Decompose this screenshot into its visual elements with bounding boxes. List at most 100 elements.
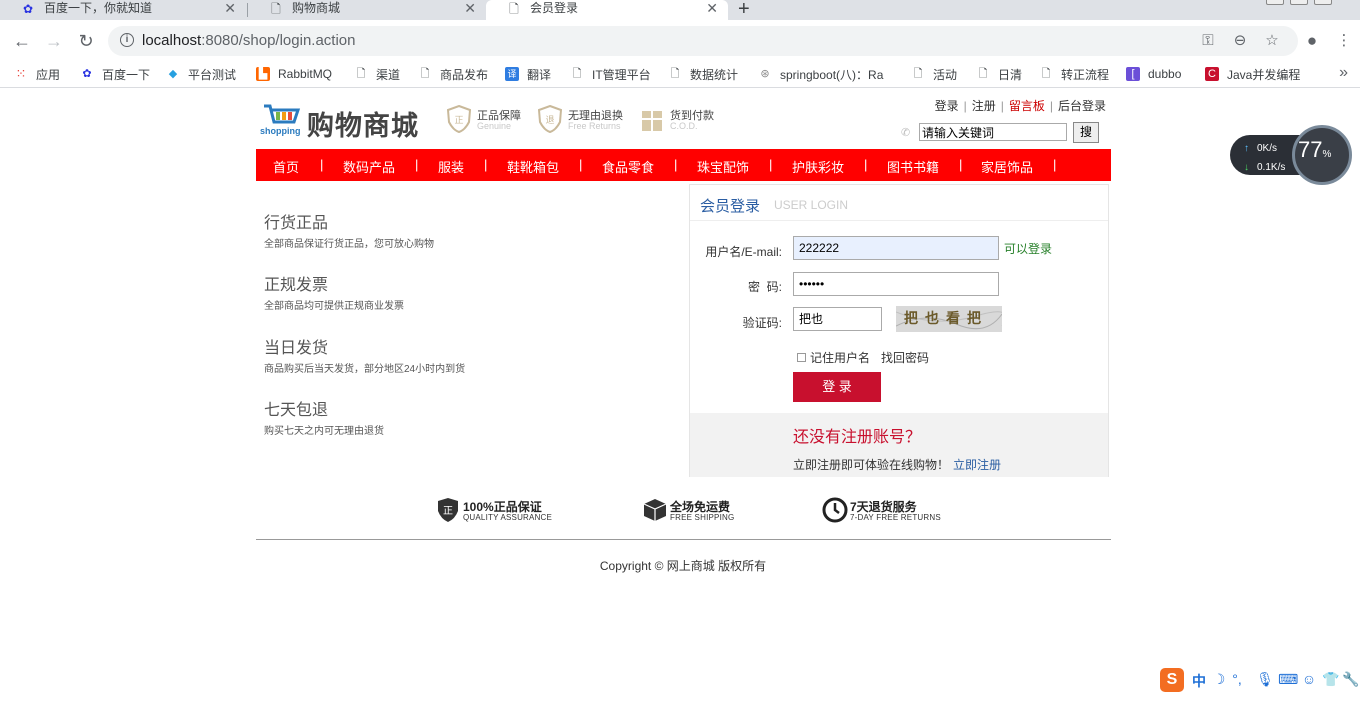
menu-shoes-bags[interactable]: 鞋靴箱包 (507, 157, 559, 176)
tab-shop[interactable]: 🗋 购物商城 ✕ (248, 0, 486, 20)
admin-login-link[interactable]: 后台登录 (1058, 99, 1106, 113)
wrench-icon[interactable]: 🔧 (1342, 671, 1360, 688)
username-input[interactable] (793, 236, 999, 260)
bookmark-stats[interactable]: 🗋 数据统计 (668, 66, 738, 82)
login-submit-button[interactable]: 登 录 (793, 372, 881, 402)
bookmark-apps[interactable]: ⁙ 应用 (14, 66, 60, 82)
network-speed-widget[interactable]: ↑ 0K/s ↓ 0.1K/s 77% (1230, 125, 1352, 187)
bookmark-platform-test[interactable]: ◆ 平台测试 (166, 66, 236, 82)
user-icon[interactable]: ☺ (1300, 671, 1318, 687)
category-menu: 首页 | 数码产品 | 服装 | 鞋靴箱包 | 食品零食 | 珠宝配饰 | 护肤… (256, 149, 1111, 181)
url-text[interactable]: localhost:8080/shop/login.action (142, 32, 356, 49)
profile-icon[interactable]: ● (1303, 32, 1321, 50)
menu-home[interactable]: 首页 (273, 157, 299, 176)
info-icon[interactable]: i (120, 33, 134, 47)
remember-username[interactable]: 记住用户名 (797, 349, 870, 366)
feature-title: 行货正品 (264, 215, 329, 232)
register-now-link[interactable]: 立即注册 (953, 458, 1001, 472)
login-link[interactable]: 登录 (935, 99, 959, 113)
menu-dots-icon[interactable]: ⋮ (1335, 32, 1353, 50)
menu-food[interactable]: 食品零食 (602, 157, 654, 176)
search-input[interactable] (919, 123, 1067, 141)
keyboard-icon[interactable]: ⌨ (1278, 671, 1298, 688)
captcha-label: 验证码: (742, 316, 782, 330)
username-label: 用户名/E-mail: (705, 245, 782, 259)
bookmark-probation[interactable]: 🗋 转正流程 (1039, 66, 1109, 82)
close-icon[interactable]: ✕ (464, 1, 476, 15)
translate-icon: 译 (505, 67, 519, 81)
bookmark-it-platform[interactable]: 🗋 IT管理平台 (570, 66, 651, 82)
bookmark-activity[interactable]: 🗋 活动 (911, 66, 957, 82)
menu-home-decor[interactable]: 家居饰品 (981, 157, 1033, 176)
apps-grid-icon: ⁙ (15, 66, 27, 81)
page: shopping 购物商城 正 正品保障 Genuine 退 无理由退换 Fre… (0, 89, 1360, 720)
blog-icon: ⊛ (760, 68, 770, 80)
forward-arrow-icon[interactable]: → (44, 31, 64, 51)
menu-digital[interactable]: 数码产品 (343, 157, 395, 176)
reload-icon[interactable]: ↻ (76, 31, 96, 51)
close-icon[interactable]: ✕ (706, 1, 718, 15)
register-question: 还没有注册账号？ (793, 429, 922, 446)
key-icon[interactable]: ⚿ (1199, 32, 1217, 50)
baidu-paw-icon: ✿ (82, 68, 92, 80)
captcha-image[interactable]: 把也看把 (895, 306, 1007, 332)
bookmark-product-publish[interactable]: 🗋 商品发布 (418, 66, 488, 82)
svg-text:正: 正 (454, 116, 463, 126)
page-icon: 🗋 (913, 68, 923, 80)
sogou-logo-icon: S (1160, 668, 1184, 692)
service-quality: 正 100%正品保证 QUALITY ASSURANCE (435, 497, 575, 527)
menu-books[interactable]: 图书书籍 (887, 157, 939, 176)
zoom-icon[interactable]: ⊖ (1231, 32, 1249, 50)
menu-clothing[interactable]: 服装 (438, 157, 464, 176)
guarantee-returns: 退 无理由退换 Free Returns (538, 105, 638, 135)
ime-language[interactable]: 中 (1190, 671, 1208, 691)
remember-checkbox[interactable] (797, 353, 806, 362)
site-logo[interactable]: shopping 购物商城 (260, 100, 425, 142)
feature-item: 当日发货 商品购买后当天发货，部分地区24小时内到货 (264, 334, 465, 375)
star-icon[interactable]: ☆ (1263, 32, 1281, 50)
search-button[interactable]: 搜 (1073, 122, 1099, 143)
upload-speed: ↑ 0K/s (1244, 143, 1278, 154)
page-icon: 🗋 (572, 68, 582, 80)
password-label: 密 码: (747, 280, 782, 294)
phone-icon: ✆ (901, 127, 911, 139)
window-controls[interactable] (1260, 0, 1350, 6)
menu-jewelry[interactable]: 珠宝配饰 (697, 157, 749, 176)
bookmark-translate[interactable]: 译翻译 (505, 66, 551, 82)
logo-text: 购物商城 (307, 111, 419, 142)
bookmark-daily[interactable]: 🗋 日清 (976, 66, 1022, 82)
bookmark-rabbitmq[interactable]: ▙ RabbitMQ (256, 66, 332, 82)
password-input[interactable]: •••••• (793, 272, 999, 296)
microphone-icon[interactable]: 🎙 (1256, 671, 1274, 688)
captcha-input[interactable]: 把也 (793, 307, 882, 331)
bookmark-channel[interactable]: 🗋 渠道 (354, 66, 400, 82)
bookmark-dubbo[interactable]: [dubbo (1126, 66, 1181, 82)
close-icon[interactable]: ✕ (224, 1, 236, 15)
message-board-link[interactable]: 留言板 (1009, 99, 1045, 113)
menu-skincare[interactable]: 护肤彩妆 (792, 157, 844, 176)
captcha-text: 把也看把 (904, 311, 988, 327)
guarantee-genuine: 正 正品保障 Genuine (447, 105, 537, 135)
bookmark-baidu[interactable]: ✿ 百度一下 (80, 66, 150, 82)
bookmark-springboot[interactable]: ⊛ springboot(八)：Ra (758, 66, 883, 82)
arrow-up-icon: ↑ (1244, 143, 1249, 154)
new-tab-button[interactable]: + (738, 0, 750, 21)
bookmark-java-concurrency[interactable]: C Java并发编程 (1205, 66, 1300, 82)
top-links: 登录 | 注册 | 留言板 | 后台登录 (934, 99, 1106, 113)
clock-icon (822, 497, 848, 523)
register-link[interactable]: 注册 (972, 99, 996, 113)
svg-text:正: 正 (443, 506, 453, 517)
username-ok-tip: 可以登录 (1004, 242, 1053, 256)
punctuation-icon[interactable]: °, (1228, 671, 1246, 687)
back-arrow-icon[interactable]: ← (12, 31, 32, 51)
page-icon: 🗋 (509, 2, 519, 16)
ime-toolbar[interactable]: S 中 ☽ °, 🎙 ⌨ ☺ 👕 🔧 (1158, 667, 1360, 693)
footer-divider (256, 539, 1111, 540)
tab-baidu[interactable]: ✿ 百度一下，你就知道 ✕ (0, 0, 246, 20)
forgot-password-link[interactable]: 找回密码 (881, 349, 929, 366)
rabbitmq-icon: ▙ (256, 67, 270, 81)
shirt-icon[interactable]: 👕 (1322, 671, 1340, 688)
tab-login-active[interactable]: 🗋 会员登录 ✕ (486, 0, 728, 20)
chevron-double-right-icon[interactable]: » (1339, 64, 1348, 82)
moon-icon[interactable]: ☽ (1210, 671, 1228, 688)
